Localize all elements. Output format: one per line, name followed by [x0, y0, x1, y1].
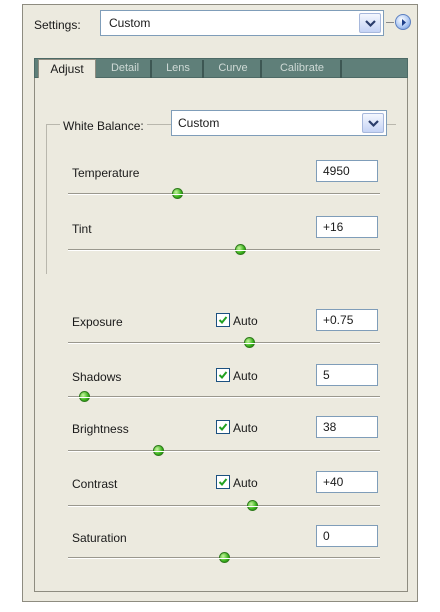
white-balance-value: Custom [178, 116, 220, 130]
exposure-auto-label: Auto [233, 314, 258, 328]
brightness-label: Brightness [72, 422, 129, 436]
white-balance-group [46, 124, 396, 274]
brightness-slider-track[interactable] [68, 445, 380, 456]
contrast-slider-track[interactable] [68, 500, 380, 511]
tab-detail-label: Detail [110, 62, 140, 74]
tab-lens-label: Lens [166, 62, 190, 74]
temperature-slider-track[interactable] [68, 188, 380, 199]
check-icon [218, 316, 228, 324]
shadows-field[interactable]: 5 [316, 364, 378, 386]
exposure-slider-thumb[interactable] [243, 337, 255, 348]
settings-select[interactable]: Custom [100, 10, 384, 36]
check-icon [218, 423, 228, 431]
play-icon [402, 19, 406, 26]
white-balance-dropdown-button[interactable] [362, 113, 384, 133]
contrast-label: Contrast [72, 477, 118, 491]
shadows-slider-track[interactable] [68, 391, 380, 402]
chevron-down-icon [368, 120, 379, 128]
shadows-slider-thumb[interactable] [78, 391, 90, 402]
tab-curve-label: Curve [218, 62, 248, 74]
contrast-auto-label: Auto [233, 476, 258, 490]
brightness-auto-label: Auto [233, 421, 258, 435]
white-balance-select[interactable]: Custom [171, 110, 387, 136]
tab-calibrate[interactable]: Calibrate [264, 60, 342, 78]
contrast-slider-thumb[interactable] [247, 500, 259, 511]
check-icon [218, 478, 228, 486]
tab-detail[interactable]: Detail [100, 60, 152, 78]
contrast-auto-checkbox[interactable] [216, 475, 230, 489]
shadows-auto-checkbox[interactable] [216, 368, 230, 382]
temperature-field[interactable]: 4950 [316, 160, 378, 182]
tint-label: Tint [72, 222, 92, 236]
settings-menu-button[interactable] [395, 14, 411, 30]
tint-slider-thumb[interactable] [234, 244, 246, 255]
exposure-auto-checkbox[interactable] [216, 313, 230, 327]
temperature-label: Temperature [72, 166, 140, 180]
exposure-field[interactable]: +0.75 [316, 309, 378, 331]
tab-adjust[interactable]: Adjust [38, 59, 96, 80]
white-balance-label: White Balance: [60, 119, 147, 133]
exposure-label: Exposure [72, 315, 123, 329]
shadows-auto-label: Auto [233, 369, 258, 383]
tab-curve[interactable]: Curve [206, 60, 262, 78]
chevron-down-icon [365, 20, 376, 28]
brightness-field[interactable]: 38 [316, 416, 378, 438]
saturation-field[interactable]: 0 [316, 525, 378, 547]
saturation-label: Saturation [72, 531, 127, 545]
settings-dropdown-button[interactable] [359, 13, 381, 33]
brightness-auto-checkbox[interactable] [216, 420, 230, 434]
settings-value: Custom [109, 16, 151, 30]
contrast-field[interactable]: +40 [316, 471, 378, 493]
settings-label: Settings: [34, 18, 81, 32]
shadows-label: Shadows [72, 370, 122, 384]
tab-adjust-label: Adjust [50, 62, 84, 76]
settings-separator [386, 22, 394, 23]
check-icon [218, 371, 228, 379]
saturation-slider-track[interactable] [68, 552, 380, 563]
tint-field[interactable]: +16 [316, 216, 378, 238]
tint-slider-track[interactable] [68, 244, 380, 255]
saturation-slider-thumb[interactable] [219, 552, 230, 563]
tab-lens[interactable]: Lens [154, 60, 204, 78]
exposure-slider-track[interactable] [68, 337, 380, 348]
tab-calibrate-label: Calibrate [279, 62, 325, 74]
